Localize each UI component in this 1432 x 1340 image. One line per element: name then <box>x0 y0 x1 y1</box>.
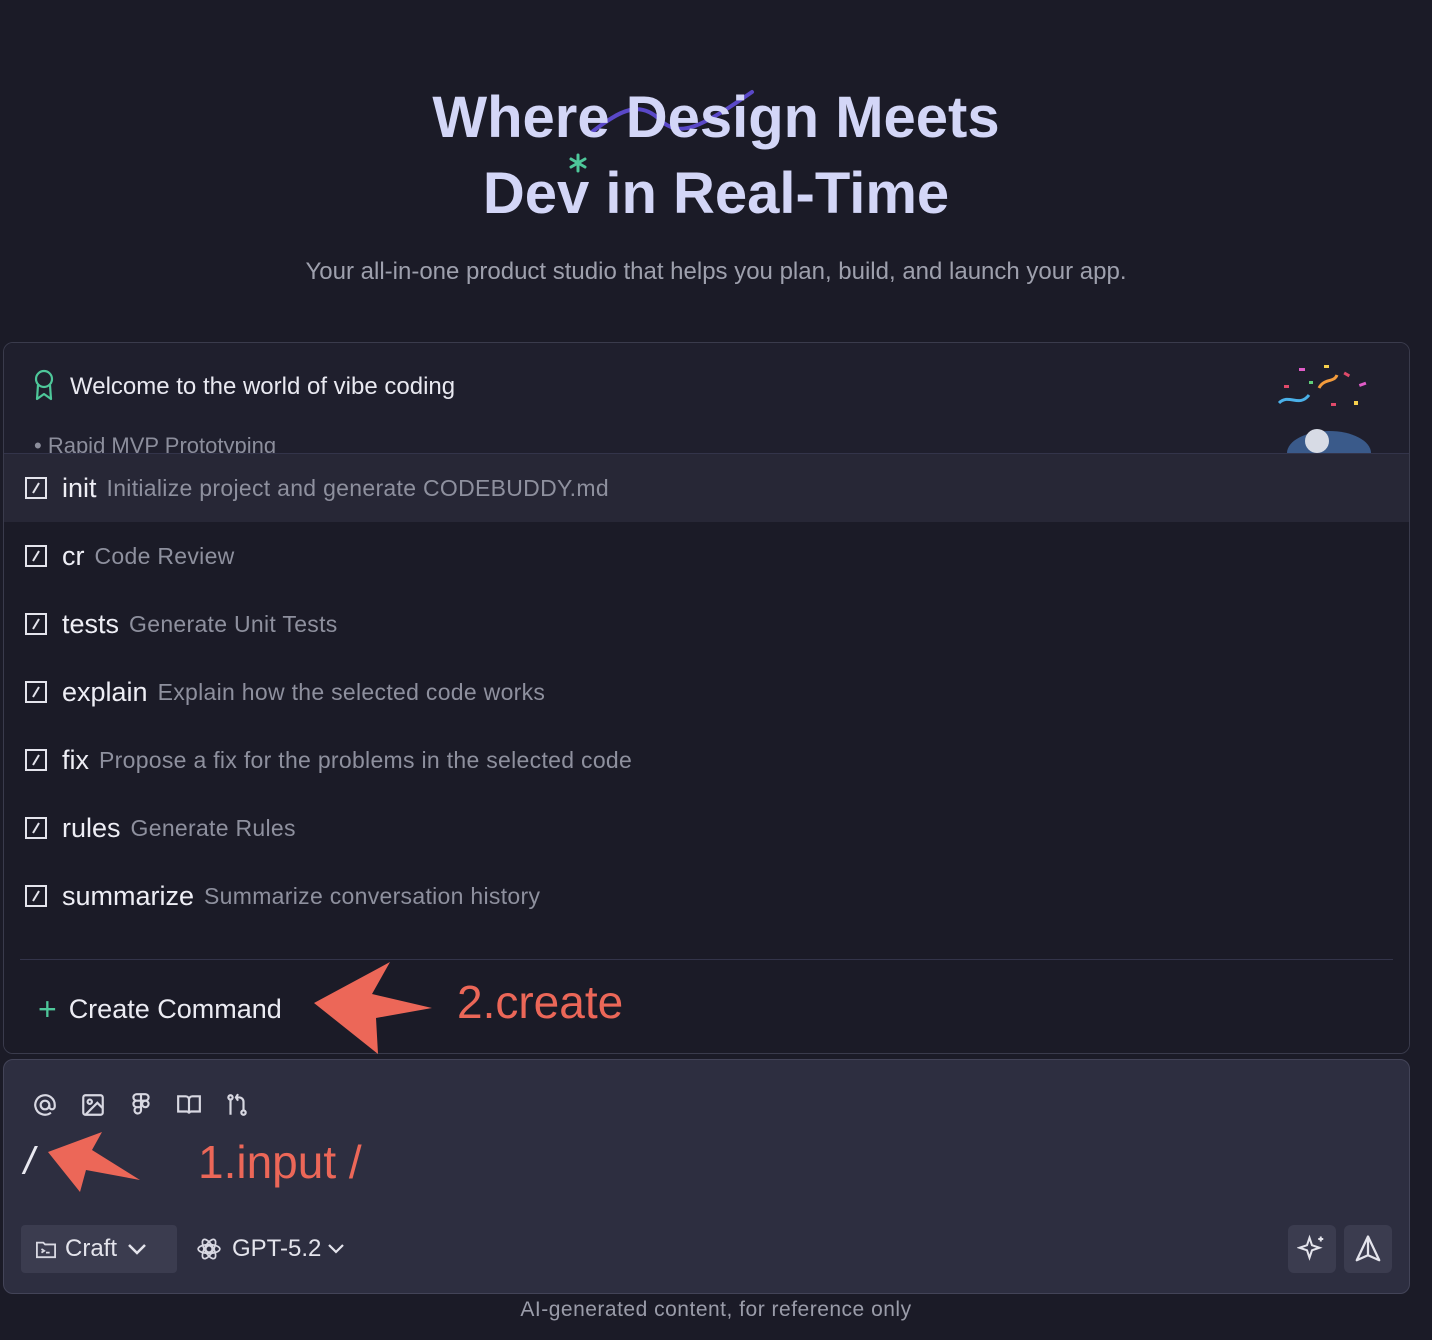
command-item-summarize[interactable]: summarize Summarize conversation history <box>4 862 1409 930</box>
menu-divider <box>20 959 1393 960</box>
command-description: Initialize project and generate CODEBUDD… <box>106 474 609 501</box>
suggestion-panel: Welcome to the world of vibe coding • Ra… <box>3 342 1410 1054</box>
model-label: GPT-5.2 <box>232 1235 322 1262</box>
create-command-label: Create Command <box>68 993 282 1024</box>
slash-command-icon <box>25 477 47 499</box>
send-button[interactable] <box>1344 1225 1392 1273</box>
at-mention-icon[interactable] <box>30 1090 60 1120</box>
command-name: summarize <box>62 880 195 911</box>
mode-select[interactable]: Craft <box>21 1225 177 1273</box>
confetti-illustration <box>1277 365 1371 453</box>
create-command-button[interactable]: + Create Command <box>38 984 282 1034</box>
git-branch-icon[interactable] <box>222 1090 252 1120</box>
chevron-down-icon <box>128 1244 146 1255</box>
command-description: Generate Rules <box>130 814 296 841</box>
command-description: Explain how the selected code works <box>157 678 546 705</box>
command-name: tests <box>62 608 120 639</box>
openai-icon <box>197 1238 221 1260</box>
slash-command-icon <box>25 613 47 635</box>
command-item-tests[interactable]: tests Generate Unit Tests <box>4 590 1409 658</box>
command-item-cr[interactable]: cr Code Review <box>4 522 1409 590</box>
app-page: Where Design Meets Dev in Real-Time Your… <box>0 0 1432 1340</box>
slash-command-icon <box>25 817 47 839</box>
command-item-init[interactable]: init Initialize project and generate COD… <box>4 454 1409 522</box>
sparkle-icon <box>1297 1234 1324 1261</box>
welcome-card: Welcome to the world of vibe coding • Ra… <box>4 343 1409 458</box>
slash-command-icon <box>25 885 47 907</box>
mode-label: Craft <box>65 1235 118 1262</box>
model-select[interactable]: GPT-5.2 <box>196 1225 345 1273</box>
award-ribbon-icon <box>34 369 54 401</box>
hero-subtitle: Your all-in-one product studio that help… <box>305 258 1127 285</box>
command-description: Summarize conversation history <box>204 882 541 909</box>
command-name: fix <box>62 744 89 775</box>
plus-icon: + <box>38 991 57 1027</box>
image-upload-icon[interactable] <box>78 1090 108 1120</box>
command-description: Code Review <box>94 542 235 569</box>
hero-title-line-1: Where Design Meets <box>432 85 1000 150</box>
command-menu: init Initialize project and generate COD… <box>4 453 1409 1053</box>
command-item-explain[interactable]: explain Explain how the selected code wo… <box>4 658 1409 726</box>
command-name: explain <box>62 676 148 707</box>
command-description: Generate Unit Tests <box>129 610 338 637</box>
slash-command-icon <box>25 749 47 771</box>
folder-terminal-icon <box>36 1241 56 1259</box>
hero-title: Where Design Meets Dev in Real-Time <box>0 80 1432 232</box>
command-item-fix[interactable]: fix Propose a fix for the problems in th… <box>4 726 1409 794</box>
send-icon <box>1355 1235 1381 1262</box>
annotation-input: 1.input / <box>198 1136 362 1188</box>
chevron-down-icon <box>328 1244 345 1254</box>
figma-icon[interactable] <box>126 1090 156 1120</box>
slash-command-icon <box>25 681 47 703</box>
footer-disclaimer: AI-generated content, for reference only <box>520 1298 912 1321</box>
command-description: Propose a fix for the problems in the se… <box>99 746 633 773</box>
slash-command-icon <box>25 545 47 567</box>
prompt-input[interactable]: / <box>20 1140 40 1180</box>
command-name: init <box>62 472 97 503</box>
book-icon[interactable] <box>174 1090 204 1120</box>
annotation-create: 2.create <box>457 976 624 1028</box>
enhance-prompt-button[interactable] <box>1288 1225 1336 1273</box>
input-toolbar <box>30 1090 252 1120</box>
command-name: rules <box>62 812 121 843</box>
hero-title-line-2: Dev in Real-Time <box>482 161 950 226</box>
command-name: cr <box>62 540 85 571</box>
welcome-title: Welcome to the world of vibe coding <box>70 373 456 400</box>
command-item-rules[interactable]: rules Generate Rules <box>4 794 1409 862</box>
